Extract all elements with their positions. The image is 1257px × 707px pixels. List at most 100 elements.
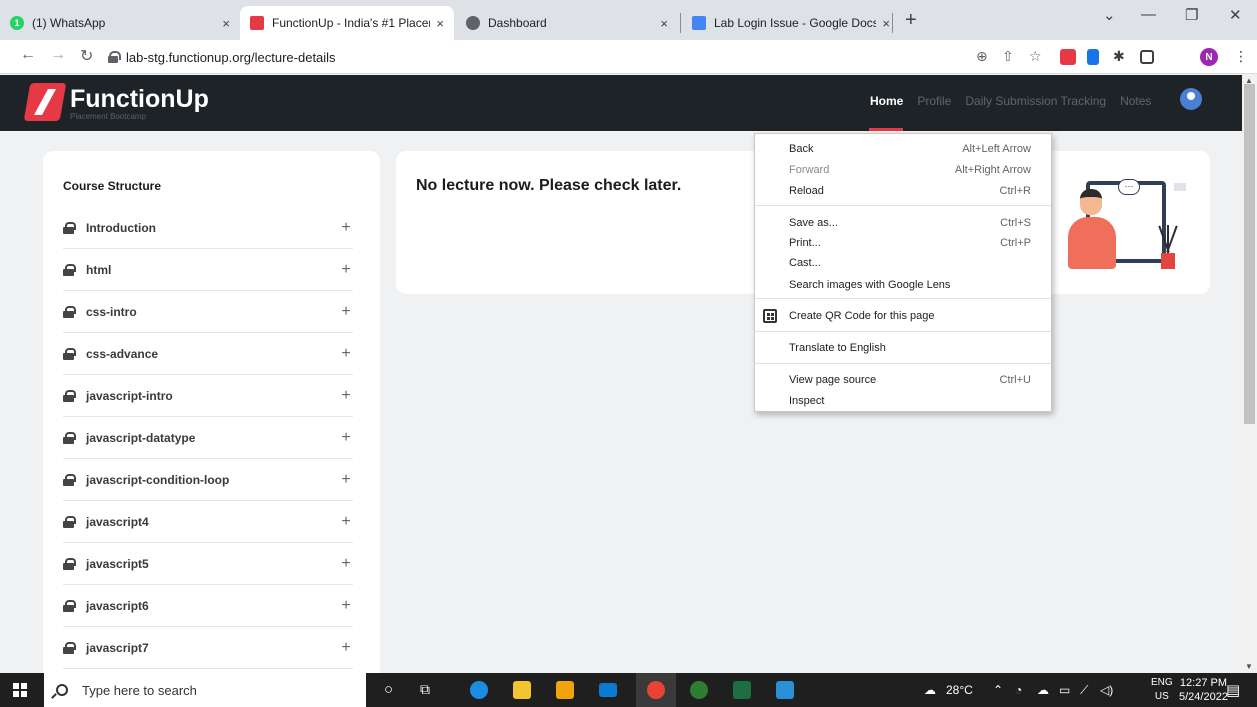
task-view-icon[interactable]: ⧉	[420, 681, 430, 698]
battery-icon[interactable]: ▭	[1059, 683, 1070, 697]
photos-icon[interactable]	[776, 681, 794, 699]
windows-start-icon[interactable]	[13, 683, 27, 697]
cortana-icon[interactable]: ○	[384, 681, 393, 698]
course-item-javascript4[interactable]: javascript4 +	[63, 501, 353, 543]
course-item-javascript7[interactable]: javascript7 +	[63, 627, 353, 669]
back-arrow-icon[interactable]: ←	[20, 46, 36, 64]
onedrive-icon[interactable]: ☁	[1037, 683, 1049, 697]
forward-arrow-icon[interactable]: →	[50, 46, 66, 64]
profile-avatar[interactable]: N	[1200, 48, 1218, 66]
user-avatar[interactable]	[1180, 88, 1202, 110]
plus-icon[interactable]: +	[339, 261, 353, 279]
weather-temp[interactable]: 28°C	[946, 683, 973, 697]
tab-functionup[interactable]: FunctionUp - India's #1 Placemer ×	[240, 6, 454, 40]
nav-profile[interactable]: Profile	[917, 94, 951, 108]
menu-item-cast[interactable]: Cast...	[755, 252, 1051, 274]
taskbar-clock[interactable]: 12:27 PM 5/24/2022	[1179, 676, 1228, 704]
excel-icon[interactable]	[733, 681, 751, 699]
reload-icon[interactable]: ↻	[80, 46, 93, 66]
show-hidden-icons-icon[interactable]: ⌃	[993, 683, 1003, 697]
share-icon[interactable]: ⇧	[1002, 48, 1014, 65]
course-item-label: javascript4	[86, 514, 149, 529]
brand-name[interactable]: FunctionUp	[70, 85, 209, 114]
mail-icon[interactable]	[599, 683, 617, 697]
address-bar[interactable]: lab-stg.functionup.org/lecture-details	[108, 44, 1058, 70]
plus-icon[interactable]: +	[339, 555, 353, 573]
notifications-icon[interactable]: ▤	[1226, 681, 1240, 699]
course-item-html[interactable]: html +	[63, 249, 353, 291]
menu-item-qr-code[interactable]: Create QR Code for this page	[755, 305, 1051, 327]
menu-item-shortcut: Ctrl+P	[1000, 237, 1031, 249]
course-item-javascript-datatype[interactable]: javascript-datatype +	[63, 417, 353, 459]
weather-icon[interactable]: ☁	[924, 683, 936, 697]
menu-item-inspect[interactable]: Inspect	[755, 390, 1051, 412]
course-item-javascript-condition-loop[interactable]: javascript-condition-loop +	[63, 459, 353, 501]
chrome-icon[interactable]	[647, 681, 665, 699]
new-tab-button[interactable]: +	[905, 9, 917, 32]
puzzle-icon[interactable]: ✱	[1113, 48, 1125, 65]
plus-icon[interactable]: +	[339, 219, 353, 237]
taskbar-search-box[interactable]: Type here to search	[44, 673, 366, 707]
course-item-javascript5[interactable]: javascript5 +	[63, 543, 353, 585]
scrollbar-thumb[interactable]	[1244, 84, 1255, 424]
mongodb-compass-icon[interactable]	[690, 681, 708, 699]
plus-icon[interactable]: +	[339, 387, 353, 405]
menu-item-reload[interactable]: Reload Ctrl+R	[755, 180, 1051, 202]
bookmark-star-icon[interactable]: ☆	[1029, 48, 1042, 65]
minimize-icon[interactable]: —	[1141, 6, 1156, 23]
url-text[interactable]: lab-stg.functionup.org/lecture-details	[126, 50, 336, 65]
course-item-css-advance[interactable]: css-advance +	[63, 333, 353, 375]
plus-icon[interactable]: +	[339, 471, 353, 489]
close-icon[interactable]: ×	[882, 16, 890, 31]
menu-item-save-as[interactable]: Save as... Ctrl+S	[755, 212, 1051, 234]
plus-icon[interactable]: +	[339, 513, 353, 531]
plus-icon[interactable]: +	[339, 303, 353, 321]
plus-icon[interactable]: +	[339, 345, 353, 363]
window-close-icon[interactable]: ✕	[1229, 6, 1242, 24]
extension-icon[interactable]	[1060, 49, 1076, 65]
network-icon[interactable]: ⟋	[1080, 683, 1088, 698]
zoom-icon[interactable]: ⊕	[976, 48, 988, 65]
menu-item-view-source[interactable]: View page source Ctrl+U	[755, 369, 1051, 391]
course-item-css-intro[interactable]: css-intro +	[63, 291, 353, 333]
nav-daily-submission-tracking[interactable]: Daily Submission Tracking	[965, 94, 1106, 108]
volume-icon[interactable]: ◁)	[1100, 683, 1113, 697]
course-item-introduction[interactable]: Introduction +	[63, 207, 353, 249]
tab-search-icon[interactable]: ⌄	[1103, 6, 1116, 24]
close-icon[interactable]: ×	[436, 16, 444, 31]
restore-icon[interactable]: ❐	[1185, 6, 1198, 24]
plus-icon[interactable]: +	[339, 597, 353, 615]
menu-item-back[interactable]: Back Alt+Left Arrow	[755, 138, 1051, 160]
scroll-up-icon[interactable]: ▲	[1245, 76, 1253, 85]
download-icon[interactable]	[1087, 49, 1099, 65]
meet-now-icon[interactable]: ◔	[1015, 683, 1022, 697]
menu-item-label: Back	[789, 143, 814, 155]
course-item-javascript-intro[interactable]: javascript-intro +	[63, 375, 353, 417]
nav-notes[interactable]: Notes	[1120, 94, 1151, 108]
tab-label: Lab Login Issue - Google Docs	[714, 16, 877, 30]
nav-home[interactable]: Home	[870, 94, 903, 108]
tab-whatsapp[interactable]: 1 (1) WhatsApp ×	[0, 6, 240, 40]
edge-icon[interactable]	[470, 681, 488, 699]
close-icon[interactable]: ×	[222, 16, 230, 31]
language-indicator[interactable]: ENG US	[1151, 676, 1173, 704]
plant-icon	[1158, 223, 1178, 269]
file-explorer-icon[interactable]	[513, 681, 531, 699]
tab-dashboard[interactable]: Dashboard ×	[456, 6, 678, 40]
menu-item-print[interactable]: Print... Ctrl+P	[755, 232, 1051, 254]
menu-kebab-icon[interactable]: ⋮	[1234, 48, 1248, 65]
plus-icon[interactable]: +	[339, 639, 353, 657]
globe-icon	[466, 16, 480, 30]
menu-item-google-lens[interactable]: Search images with Google Lens	[755, 274, 1051, 296]
lock-icon[interactable]	[108, 51, 121, 63]
side-panel-icon[interactable]	[1140, 50, 1154, 64]
functionup-logo-icon[interactable]	[23, 83, 67, 121]
store-icon[interactable]	[556, 681, 574, 699]
close-icon[interactable]: ×	[660, 16, 668, 31]
menu-item-translate[interactable]: Translate to English	[755, 337, 1051, 359]
tab-google-docs[interactable]: Lab Login Issue - Google Docs ×	[682, 6, 900, 40]
scroll-down-icon[interactable]: ▼	[1245, 662, 1253, 671]
course-item-javascript6[interactable]: javascript6 +	[63, 585, 353, 627]
plus-icon[interactable]: +	[339, 429, 353, 447]
menu-item-forward[interactable]: Forward Alt+Right Arrow	[755, 159, 1051, 181]
